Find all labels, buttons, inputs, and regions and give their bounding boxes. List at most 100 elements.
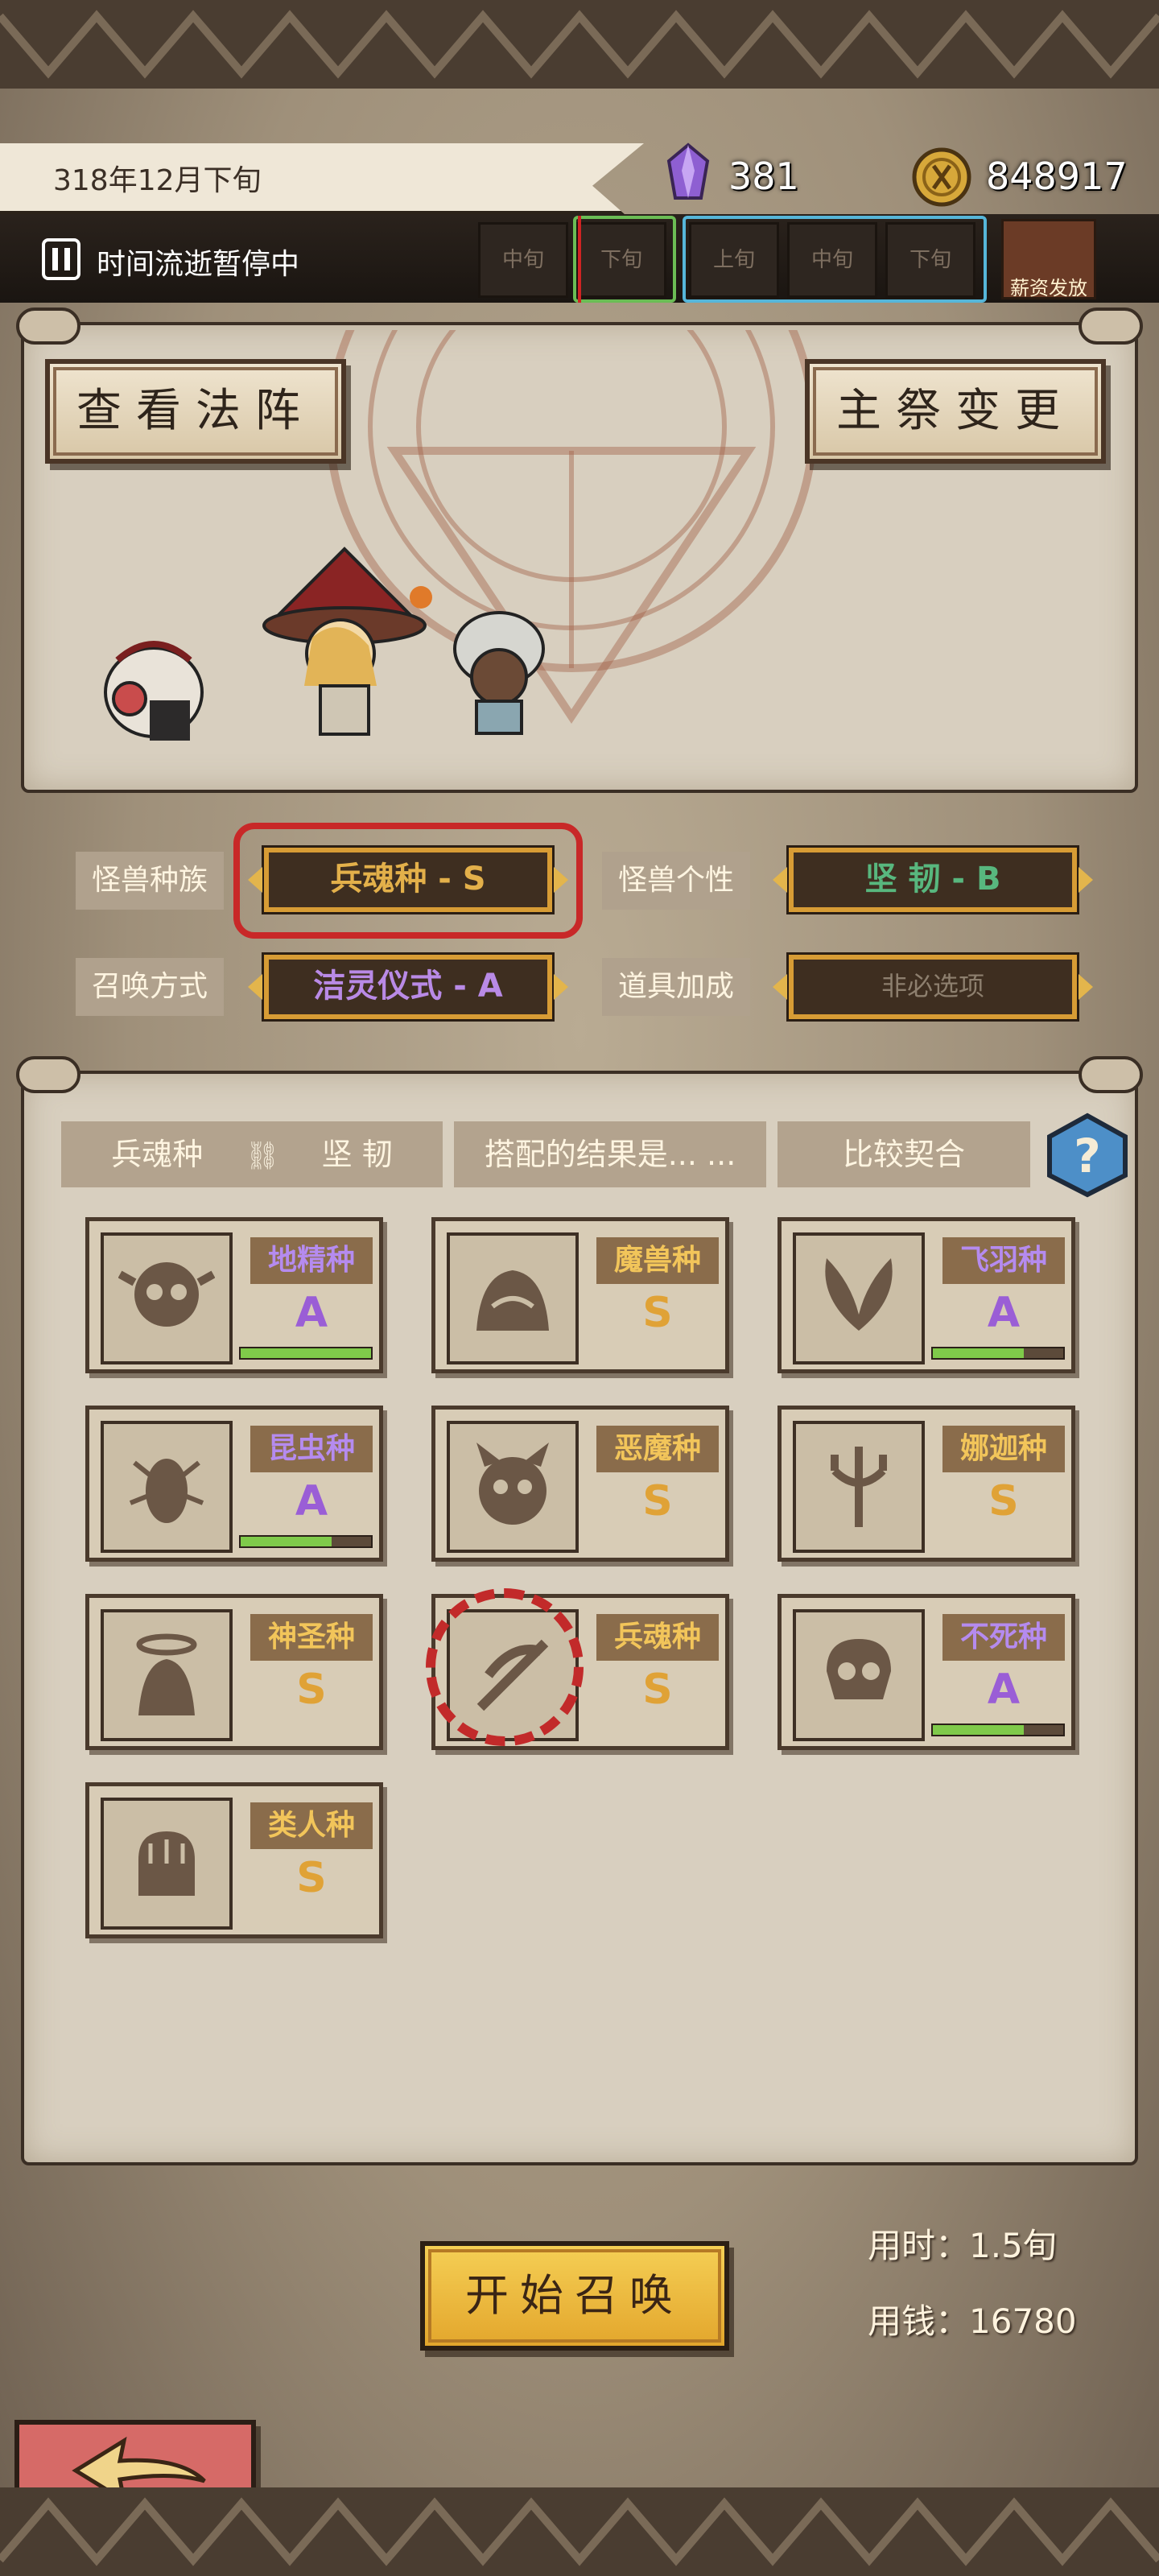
race-card[interactable]: 兵魂种 S — [426, 1588, 729, 1750]
race-prev-arrow-icon[interactable] — [248, 867, 262, 893]
halo-icon — [136, 1633, 197, 1715]
race-name: 魔兽种 — [596, 1237, 719, 1284]
race-selector[interactable]: 兵魂种 - S — [248, 845, 568, 914]
summon-method-selector[interactable]: 洁灵仪式 - A — [248, 952, 568, 1022]
race-card[interactable]: 飞羽种 A — [777, 1217, 1075, 1373]
combo-personality: 坚 韧 — [321, 1137, 393, 1172]
insect-icon — [129, 1459, 204, 1523]
race-name: 昆虫种 — [250, 1426, 373, 1472]
personality-selector[interactable]: 坚 韧 - B — [773, 845, 1093, 914]
combo-compatibility: 比较契合 — [777, 1121, 1030, 1187]
item-prev-arrow-icon[interactable] — [773, 974, 787, 1000]
race-progress-fill — [933, 1725, 1025, 1735]
method-prev-arrow-icon[interactable] — [248, 974, 262, 1000]
race-progress-bar — [239, 1347, 373, 1360]
race-name: 类人种 — [250, 1802, 373, 1849]
method-value: 洁灵仪式 - A — [313, 968, 503, 1005]
scroll-curl — [1079, 308, 1143, 345]
race-icon-frame — [793, 1609, 925, 1741]
race-progress-bar — [239, 1535, 373, 1548]
race-icon-frame — [447, 1232, 579, 1364]
method-next-arrow-icon[interactable] — [554, 974, 568, 1000]
race-grade: S — [642, 1289, 673, 1337]
race-icon-frame — [101, 1421, 233, 1553]
item-bonus-label: 道具加成 — [602, 958, 750, 1016]
scroll-curl — [16, 308, 80, 345]
link-icon: ⛓ — [245, 1140, 280, 1172]
race-grade: A — [295, 1289, 328, 1337]
crystal-icon — [666, 142, 710, 200]
combo-race-personality: 兵魂种 ⛓ 坚 韧 — [61, 1121, 443, 1187]
creature-character-icon — [104, 641, 204, 741]
race-grade: A — [987, 1666, 1021, 1714]
change-priest-button[interactable]: 主祭变更 — [805, 359, 1106, 464]
race-name: 神圣种 — [250, 1614, 373, 1661]
race-card[interactable]: 昆虫种 A — [85, 1406, 383, 1562]
race-grade: A — [987, 1289, 1021, 1337]
race-progress-bar — [931, 1347, 1065, 1360]
bottom-border-pattern — [0, 2487, 1159, 2576]
race-card[interactable]: 地精种 A — [85, 1217, 383, 1373]
item-bonus-selector[interactable]: 非必选项 — [773, 952, 1093, 1022]
race-grade: S — [296, 1854, 327, 1902]
current-date: 318年12月下旬 — [53, 164, 262, 197]
svg-text:?: ? — [1074, 1129, 1101, 1183]
personality-prev-arrow-icon[interactable] — [773, 867, 787, 893]
race-icon-frame — [101, 1798, 233, 1930]
personality-label: 怪兽个性 — [602, 852, 750, 910]
race-value: 兵魂种 - S — [330, 861, 486, 898]
race-name: 地精种 — [250, 1237, 373, 1284]
method-label: 召唤方式 — [76, 958, 224, 1016]
race-grade: A — [295, 1477, 328, 1525]
item-next-arrow-icon[interactable] — [1079, 974, 1093, 1000]
money-cost: 用钱：16780 — [868, 2301, 1077, 2341]
current-period-frame — [573, 216, 676, 303]
race-card[interactable]: 娜迦种 S — [777, 1406, 1075, 1562]
demon-icon — [476, 1443, 549, 1525]
combo-race: 兵魂种 — [111, 1137, 204, 1172]
beast-icon — [476, 1270, 549, 1331]
race-icon-frame — [447, 1421, 579, 1553]
help-icon[interactable]: ? — [1043, 1113, 1132, 1198]
race-grade: S — [296, 1666, 327, 1714]
race-icon-frame — [101, 1232, 233, 1364]
race-progress-bar — [931, 1724, 1065, 1736]
witch-character-icon — [262, 547, 432, 736]
crystal-count: 381 — [728, 155, 799, 198]
goblin-skull-icon — [118, 1262, 215, 1327]
pause-icon[interactable] — [42, 238, 80, 280]
race-card[interactable]: 恶魔种 S — [431, 1406, 729, 1562]
selected-race-ring — [426, 1588, 584, 1746]
race-next-arrow-icon[interactable] — [554, 867, 568, 893]
coin-count: 848917 — [986, 155, 1128, 198]
race-grade: S — [642, 1477, 673, 1525]
timeline-slot[interactable]: 中旬 — [478, 222, 568, 298]
race-icon-frame — [101, 1609, 233, 1741]
race-name: 兵魂种 — [596, 1614, 719, 1661]
skull-icon — [827, 1639, 891, 1699]
coin-icon — [912, 147, 971, 207]
salary-label: 薪资发放 — [1010, 277, 1087, 299]
race-label: 怪兽种族 — [76, 852, 224, 910]
race-progress-fill — [241, 1348, 371, 1358]
race-icon-frame — [793, 1232, 925, 1364]
race-card[interactable]: 类人种 S — [85, 1782, 383, 1938]
top-border-pattern — [0, 0, 1159, 89]
race-name: 飞羽种 — [942, 1237, 1065, 1284]
personality-value: 坚 韧 - B — [864, 861, 1001, 898]
race-card[interactable]: 不死种 A — [777, 1594, 1075, 1750]
race-name: 娜迦种 — [942, 1426, 1065, 1472]
start-summon-button[interactable]: 开始召唤 — [420, 2241, 729, 2351]
race-card[interactable]: 魔兽种 S — [431, 1217, 729, 1373]
item-value: 非必选项 — [881, 971, 984, 1001]
race-grade: S — [988, 1477, 1019, 1525]
race-name: 不死种 — [942, 1614, 1065, 1661]
race-name: 恶魔种 — [596, 1426, 719, 1472]
race-icon-frame — [793, 1421, 925, 1553]
personality-next-arrow-icon[interactable] — [1079, 867, 1093, 893]
race-grade: S — [642, 1666, 673, 1714]
view-formation-button[interactable]: 查看法阵 — [45, 359, 346, 464]
race-card[interactable]: 神圣种 S — [85, 1594, 383, 1750]
race-progress-fill — [933, 1348, 1025, 1358]
fist-icon — [138, 1831, 195, 1896]
